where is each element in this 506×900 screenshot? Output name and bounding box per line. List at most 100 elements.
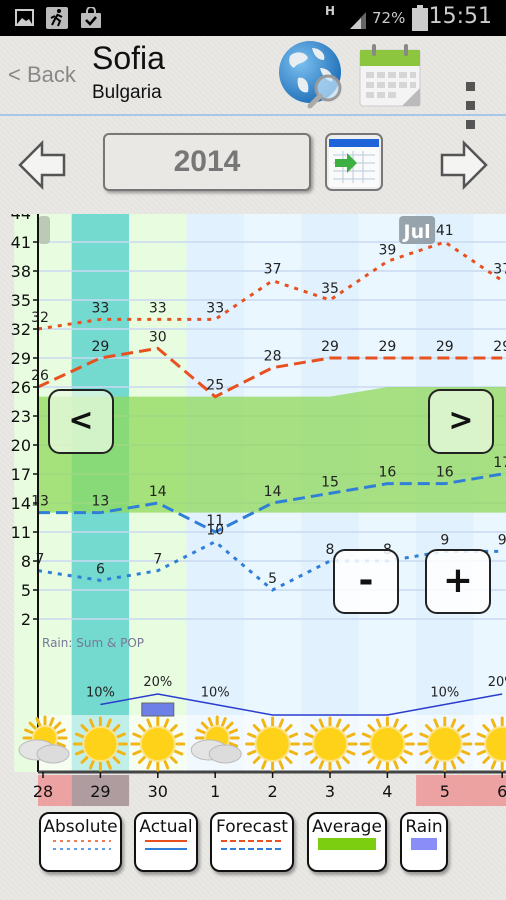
- running-man-icon: [46, 7, 68, 29]
- y-tick-label: 44: [11, 214, 31, 223]
- x-tick-label: 4: [382, 782, 392, 801]
- chart-svg: Jul3233333337353941372629302528292929291…: [11, 204, 506, 806]
- sun-disc: [139, 726, 176, 762]
- sun-icon: [245, 716, 301, 772]
- legend-rain-button[interactable]: Rain: [400, 812, 448, 872]
- data-label: 13: [31, 494, 49, 510]
- data-label: 33: [91, 300, 109, 316]
- temperature-chart[interactable]: Jul3233333337353941372629302528292929291…: [0, 204, 506, 809]
- data-label: 33: [206, 300, 224, 316]
- x-tick-label: 6: [497, 782, 506, 801]
- month-marker-label: Jul: [402, 221, 431, 243]
- y-tick-label: 20: [11, 436, 31, 455]
- y-tick-label: 38: [11, 262, 31, 281]
- app-bar: < Back Sofia Bulgaria: [0, 36, 506, 129]
- pop-label: 10%: [430, 686, 459, 701]
- shopping-bag-check-icon: [81, 7, 101, 28]
- year-navigation: 2014: [0, 132, 506, 192]
- country-subtitle: Bulgaria: [92, 82, 162, 103]
- legend-average-label: Average: [312, 817, 382, 837]
- data-label: 5: [268, 571, 277, 587]
- next-period-button[interactable]: >: [428, 389, 494, 454]
- sun-disc: [369, 726, 406, 762]
- cloud: [208, 744, 242, 764]
- data-label: 37: [264, 262, 282, 278]
- y-tick-label: 29: [11, 349, 31, 368]
- x-tick-label: 28: [33, 782, 53, 801]
- sun-disc: [426, 726, 463, 762]
- year-selector[interactable]: 2014: [103, 133, 311, 191]
- image-icon: [15, 9, 34, 26]
- network-type: H: [325, 4, 336, 18]
- data-label: 26: [31, 368, 49, 384]
- data-label: 29: [321, 339, 339, 355]
- legend-forecast-swatch: [221, 840, 283, 850]
- legend-actual-button[interactable]: Actual: [134, 812, 198, 872]
- legend-rain-label: Rain: [405, 817, 443, 837]
- y-tick-label: 2: [21, 610, 31, 629]
- sun-disc: [254, 726, 291, 762]
- sun-icon: [359, 716, 415, 772]
- data-label: 7: [36, 552, 45, 568]
- x-tick-label: 29: [90, 782, 110, 801]
- legend-actual-swatch: [145, 840, 187, 850]
- calendar-icon[interactable]: [358, 42, 422, 108]
- y-tick-label: 26: [11, 378, 31, 397]
- data-label: 16: [436, 465, 454, 481]
- back-button[interactable]: < Back: [8, 62, 76, 88]
- data-label: 17: [493, 455, 506, 471]
- data-label: 14: [264, 484, 282, 500]
- overflow-menu-icon[interactable]: [466, 82, 476, 139]
- pop-label: 10%: [86, 686, 115, 701]
- data-label: 15: [321, 474, 339, 490]
- cloud: [36, 744, 70, 764]
- status-bar: H 72% 15:51: [0, 0, 506, 36]
- legend-average-button[interactable]: Average: [307, 812, 387, 872]
- data-label: 13: [91, 494, 109, 510]
- rain-section-label: Rain: Sum & POP: [42, 636, 144, 650]
- x-tick-label: 2: [268, 782, 278, 801]
- y-tick-label: 32: [11, 320, 31, 339]
- data-label: 29: [91, 339, 109, 355]
- clock: 15:51: [428, 4, 492, 29]
- legend-absolute-swatch: [52, 840, 111, 850]
- prev-period-button[interactable]: <: [48, 389, 114, 454]
- y-tick-label: 41: [11, 233, 31, 252]
- x-tick-label: 3: [325, 782, 335, 801]
- legend: Absolute Actual Forecast Average Rain: [0, 812, 506, 874]
- sun-icon: [302, 716, 358, 772]
- rain-bar: [141, 702, 175, 717]
- data-label: 16: [378, 465, 396, 481]
- data-label: 7: [153, 552, 162, 568]
- y-tick-label: 11: [11, 523, 31, 542]
- sun-icon: [417, 716, 473, 772]
- data-label: 33: [149, 300, 167, 316]
- globe-search-icon[interactable]: [276, 38, 348, 110]
- month-marker-partial: [38, 216, 50, 244]
- data-label: 39: [378, 242, 396, 258]
- legend-absolute-button[interactable]: Absolute: [39, 812, 122, 872]
- battery-percent: 72%: [372, 9, 406, 27]
- sun-disc: [82, 726, 119, 762]
- signal-icon: [350, 12, 366, 29]
- calendar-arrow-icon[interactable]: [325, 133, 385, 193]
- sun-icon: [130, 716, 186, 772]
- legend-average-swatch: [318, 838, 376, 850]
- legend-rain-swatch: [411, 838, 437, 850]
- y-tick-label: 5: [21, 581, 31, 600]
- arrow-right-icon[interactable]: [440, 140, 488, 190]
- data-label: 25: [206, 378, 224, 394]
- x-tick-label: 5: [440, 782, 450, 801]
- x-tick-label: 1: [210, 782, 220, 801]
- data-label: 29: [436, 339, 454, 355]
- zoom-out-button[interactable]: -: [333, 549, 399, 614]
- legend-forecast-label: Forecast: [216, 817, 288, 837]
- arrow-left-icon[interactable]: [18, 140, 66, 190]
- data-label: 14: [149, 484, 167, 500]
- data-label: 9: [498, 532, 506, 548]
- data-label: 35: [321, 281, 339, 297]
- legend-forecast-button[interactable]: Forecast: [210, 812, 294, 872]
- header-divider: [0, 114, 506, 116]
- zoom-in-button[interactable]: +: [425, 549, 491, 614]
- y-tick-label: 8: [21, 552, 31, 571]
